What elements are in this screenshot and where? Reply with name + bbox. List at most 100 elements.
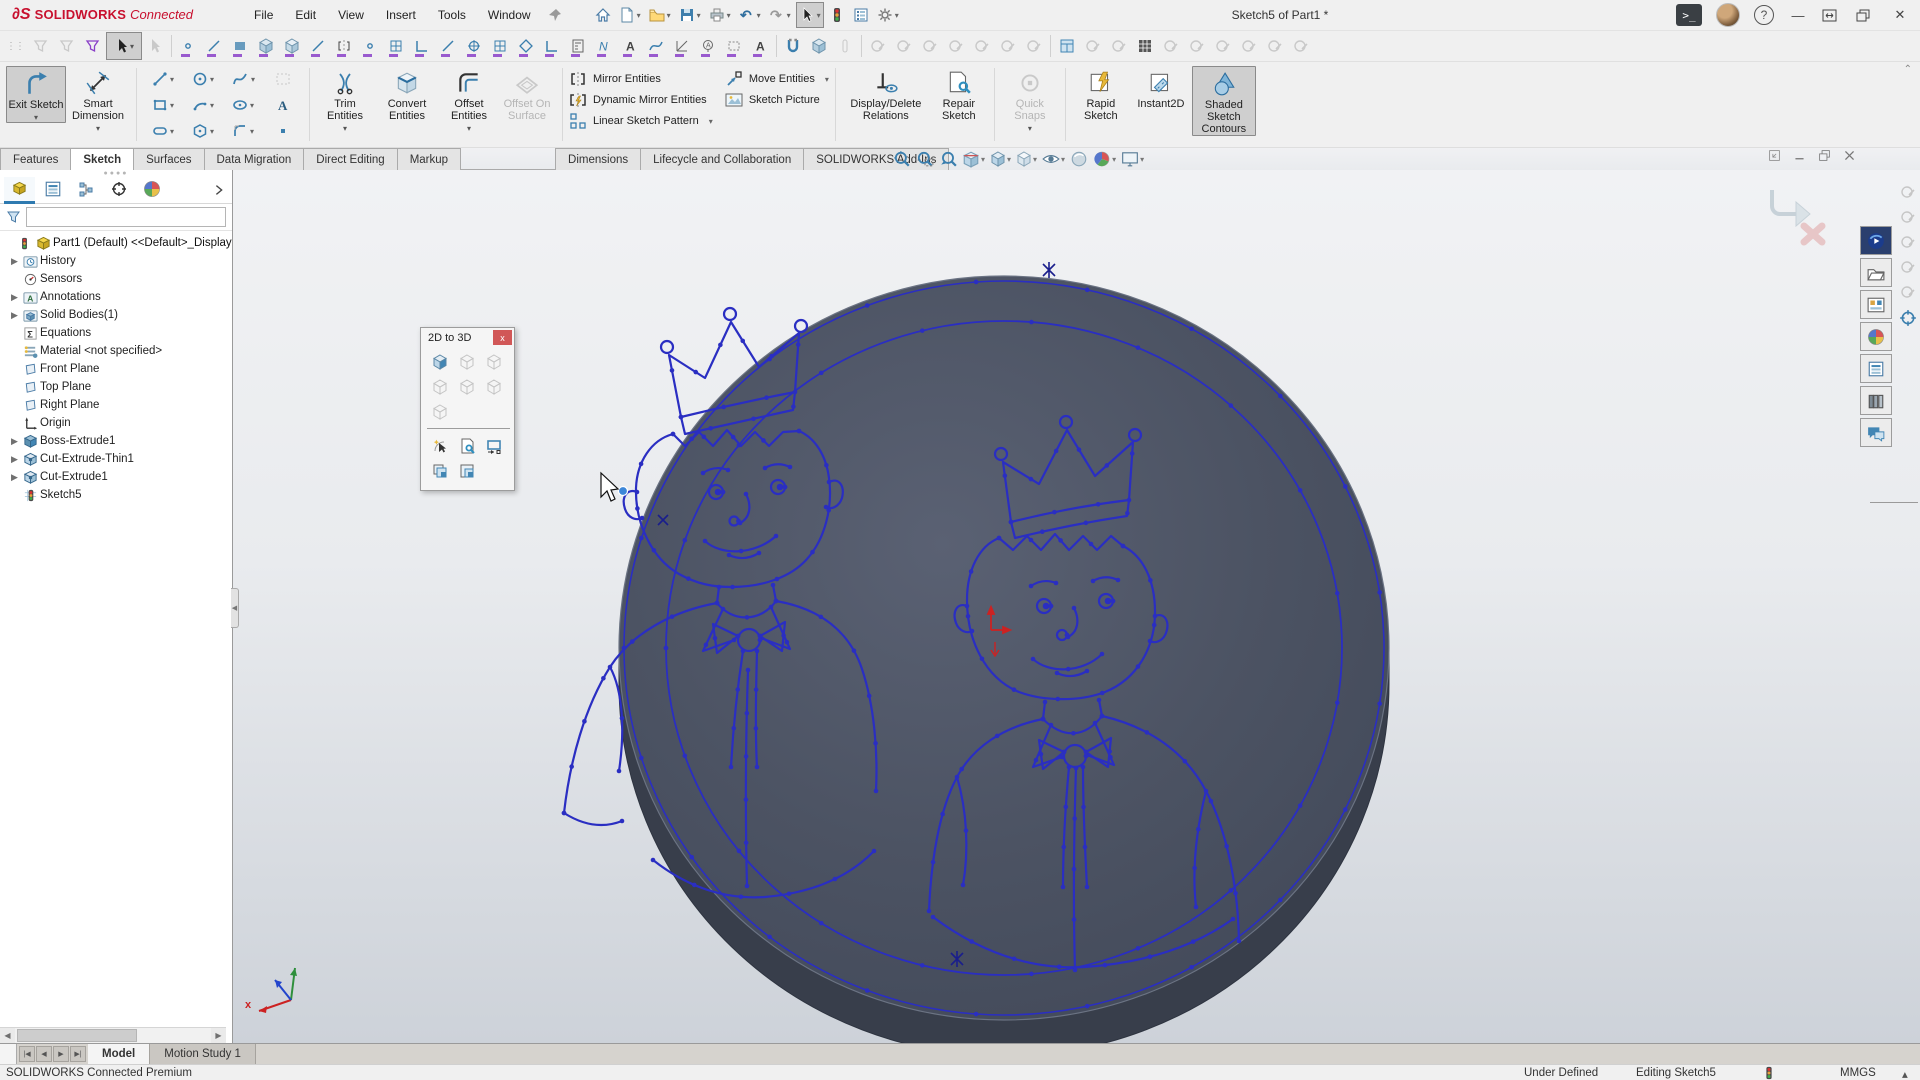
- copy-settings-gray-icon[interactable]: [1900, 234, 1916, 250]
- section-view-button[interactable]: ▾: [962, 150, 985, 168]
- sketch-vertex-dot[interactable]: [1116, 578, 1121, 583]
- sketch-vertex-dot[interactable]: [785, 640, 790, 645]
- sketch-vertex-dot[interactable]: [744, 754, 749, 759]
- sketch-vertex-dot[interactable]: [635, 506, 640, 511]
- sketch-vertex-dot[interactable]: [713, 636, 718, 641]
- tree-item-cut-extrude1[interactable]: ▶Cut-Extrude1: [2, 468, 232, 486]
- toolbar2-pillar-icon[interactable]: [832, 33, 858, 59]
- toolbar2-grid-icon[interactable]: [383, 33, 409, 59]
- expand-arrow-icon[interactable]: ▶: [8, 310, 21, 321]
- tab-last-icon[interactable]: ▶|: [70, 1046, 86, 1062]
- toolbar2-blob-icon[interactable]: [891, 33, 917, 59]
- minimize-window-icon[interactable]: [1793, 149, 1806, 162]
- tree-item-top-plane[interactable]: Top Plane: [2, 378, 232, 396]
- dimxpert-tab[interactable]: [103, 177, 134, 204]
- sketch-vertex-dot[interactable]: [751, 416, 756, 421]
- open-documents-icon[interactable]: [1860, 258, 1892, 287]
- sketch-vertex-dot[interactable]: [865, 303, 870, 308]
- sketch-vertex-dot[interactable]: [920, 963, 925, 968]
- sketch-vertex-dot[interactable]: [1343, 484, 1348, 489]
- sketch-vertex-dot[interactable]: [769, 354, 774, 359]
- tree-item-cut-extrude-thin1[interactable]: ▶Cut-Extrude-Thin1: [2, 450, 232, 468]
- status-units[interactable]: MMGS: [1840, 1067, 1876, 1079]
- tab-first-icon[interactable]: |◀: [19, 1046, 35, 1062]
- expand-arrow-icon[interactable]: ▶: [8, 454, 21, 465]
- sketch-vertex-dot[interactable]: [1031, 657, 1036, 662]
- sketch-vertex-dot[interactable]: [1278, 898, 1283, 903]
- sketch-vertex-dot[interactable]: [755, 765, 760, 770]
- sketch-vertex-dot[interactable]: [682, 754, 687, 759]
- toolbar2-dot-icon[interactable]: [175, 33, 201, 59]
- sketch-vertex-dot[interactable]: [775, 577, 780, 582]
- dropdown-caret-icon[interactable]: ▾: [1033, 155, 1037, 164]
- sketch-vertex-dot[interactable]: [740, 339, 745, 344]
- palette-2d-to-3d[interactable]: 2D to 3D x: [420, 327, 515, 491]
- tree-filter-input[interactable]: [26, 207, 226, 227]
- dropdown-caret-icon[interactable]: ▾: [1061, 155, 1065, 164]
- tab-markup[interactable]: Markup: [398, 148, 461, 170]
- toolbar2-magnet-icon[interactable]: [780, 33, 806, 59]
- sketch-vertex-dot[interactable]: [763, 466, 768, 471]
- sketch-vertex-dot[interactable]: [670, 368, 675, 373]
- toolbar2-blob-icon[interactable]: [1288, 33, 1314, 59]
- threedexperience-tab-icon[interactable]: [1860, 226, 1892, 255]
- tab-sketch[interactable]: Sketch: [71, 148, 134, 170]
- dropdown-caret-icon[interactable]: ▾: [697, 11, 701, 20]
- toolbar2-blob-icon[interactable]: [943, 33, 969, 59]
- sketch-vertex-dot[interactable]: [1054, 581, 1059, 586]
- sketch-vertex-dot[interactable]: [701, 471, 706, 476]
- ellipse-tool[interactable]: ▾: [223, 97, 263, 113]
- polygon-tool[interactable]: ▾: [183, 123, 223, 139]
- toolbar2-N-icon[interactable]: N: [591, 33, 617, 59]
- sketch-vertex-dot[interactable]: [793, 390, 798, 395]
- sketch-vertex-dot[interactable]: [1229, 403, 1234, 408]
- tree-item-right-plane[interactable]: Right Plane: [2, 396, 232, 414]
- expand-arrow-icon[interactable]: ▶: [8, 472, 21, 483]
- sketch-vertex-dot[interactable]: [721, 607, 726, 612]
- toolbar2-blob-icon[interactable]: [1210, 33, 1236, 59]
- tab-features[interactable]: Features: [0, 148, 71, 170]
- dropdown-caret-icon[interactable]: ▾: [637, 11, 641, 20]
- sketch-vertex-dot[interactable]: [731, 726, 736, 731]
- trim-entities-button[interactable]: Trim Entities ▾: [316, 66, 374, 133]
- sketch-vertex-dot[interactable]: [1039, 752, 1044, 757]
- sketch-vertex-dot[interactable]: [664, 646, 669, 651]
- display-delete-relations-button[interactable]: Display/Delete Relations: [842, 66, 930, 122]
- tab-direct-editing[interactable]: Direct Editing: [304, 148, 397, 170]
- sketch-vertex-dot[interactable]: [959, 767, 964, 772]
- menu-edit[interactable]: Edit: [284, 4, 327, 26]
- convert-entities-button[interactable]: Convert Entities: [374, 66, 440, 122]
- toolbar2-grid-icon[interactable]: [487, 33, 513, 59]
- sketch-vertex-dot[interactable]: [686, 576, 691, 581]
- zoom-to-fit-button[interactable]: [893, 150, 911, 168]
- redo-button[interactable]: ↷▾: [766, 2, 794, 28]
- bottom-view-icon[interactable]: [454, 375, 479, 398]
- toolbar2-corner-icon[interactable]: [539, 33, 565, 59]
- sketch-vertex-dot[interactable]: [741, 649, 746, 654]
- sketch-vertex-dot[interactable]: [1073, 968, 1078, 973]
- edit-appearance-button[interactable]: [1070, 150, 1088, 168]
- sketch-vertex-dot[interactable]: [617, 769, 622, 774]
- avatar[interactable]: [1716, 3, 1740, 27]
- previous-view-button[interactable]: [939, 150, 957, 168]
- sketch-vertex-dot[interactable]: [1231, 917, 1236, 922]
- toolbar2-win-icon[interactable]: [1054, 33, 1080, 59]
- propertymanager-tab[interactable]: [37, 177, 68, 204]
- sketch-vertex-dot[interactable]: [717, 585, 722, 590]
- sketch-vertex-dot[interactable]: [1057, 965, 1062, 970]
- sketch-vertex-dot[interactable]: [732, 638, 737, 643]
- rapid-sketch-button[interactable]: Rapid Sketch: [1072, 66, 1130, 122]
- sketch-vertex-dot[interactable]: [1298, 488, 1303, 493]
- sketch-vertex-dot[interactable]: [630, 639, 635, 644]
- move-entities-button[interactable]: Move Entities ▾: [725, 70, 829, 88]
- sketch-vertex-dot[interactable]: [1103, 963, 1108, 968]
- sketch-vertex-dot[interactable]: [1100, 714, 1105, 719]
- toolbar2-blob-icon[interactable]: [865, 33, 891, 59]
- sketch-vertex-dot[interactable]: [995, 734, 1000, 739]
- expand-arrow-icon[interactable]: ▶: [8, 436, 21, 447]
- toolbar2-rectf-icon[interactable]: [227, 33, 253, 59]
- sketch-vertex-dot[interactable]: [1224, 844, 1229, 849]
- tree-item-origin[interactable]: Origin: [2, 414, 232, 432]
- toolbar2-blob-icon[interactable]: [1021, 33, 1047, 59]
- sketch-point[interactable]: [619, 487, 628, 496]
